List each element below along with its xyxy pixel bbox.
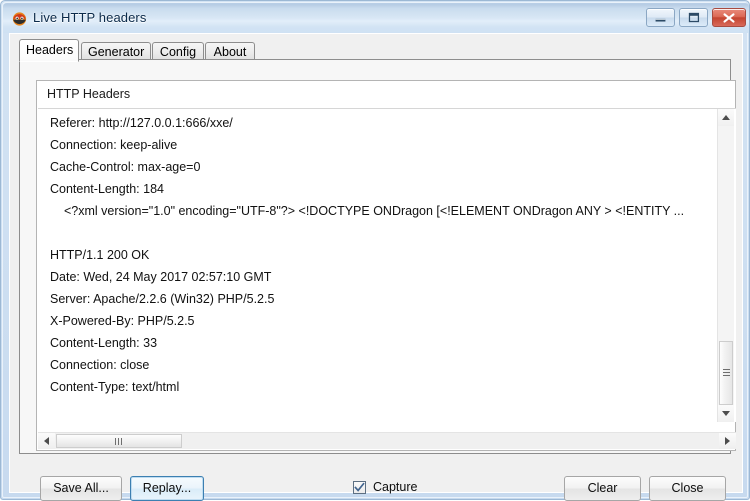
list-item[interactable]: Server: Apache/2.2.6 (Win32) PHP/5.2.5	[50, 288, 274, 310]
title-bar: Live HTTP headers	[3, 3, 749, 33]
client-area: Headers Generator Config About HTTP Head…	[9, 33, 743, 501]
scroll-right-button[interactable]	[719, 433, 736, 449]
maximize-icon	[688, 12, 700, 23]
list-item[interactable]: Content-Type: text/html	[50, 376, 179, 398]
checkmark-icon	[354, 482, 365, 492]
list-item[interactable]: Connection: keep-alive	[50, 134, 177, 156]
list-item[interactable]: HTTP/1.1 200 OK	[50, 244, 149, 266]
scroll-down-icon	[722, 411, 730, 416]
scroll-up-icon	[722, 115, 730, 120]
scroll-left-button[interactable]	[38, 433, 55, 449]
scrollbar-grip	[723, 369, 730, 376]
list-item[interactable]: Date: Wed, 24 May 2017 02:57:10 GMT	[50, 266, 271, 288]
tab-generator-label: Generator	[88, 45, 145, 59]
tab-strip: Headers Generator Config About	[19, 39, 731, 62]
replay-label: Replay...	[142, 481, 192, 495]
list-item[interactable]: Connection: close	[50, 354, 149, 376]
http-headers-group: HTTP Headers Referer: http://127.0.0.1:6…	[36, 80, 736, 451]
tab-about-label: About	[213, 45, 247, 59]
vertical-scrollbar[interactable]	[717, 109, 734, 422]
tab-headers-label: Headers	[26, 43, 74, 57]
scroll-right-icon	[725, 437, 730, 445]
tab-headers[interactable]: Headers	[19, 39, 79, 62]
list-item[interactable]: Referer: http://127.0.0.1:666/xxe/	[50, 112, 233, 134]
replay-button[interactable]: Replay...	[130, 476, 204, 501]
window-title: Live HTTP headers	[33, 10, 147, 25]
close-icon	[723, 13, 735, 23]
vertical-scrollbar-thumb[interactable]	[719, 341, 733, 405]
horizontal-scrollbar[interactable]	[38, 432, 736, 449]
app-icon	[11, 10, 28, 27]
http-headers-group-title: HTTP Headers	[47, 87, 131, 101]
horizontal-scrollbar-thumb[interactable]	[56, 434, 182, 448]
headers-list[interactable]: Referer: http://127.0.0.1:666/xxe/ Conne…	[38, 109, 736, 422]
list-item[interactable]: Content-Length: 184	[50, 178, 164, 200]
scrollbar-grip	[115, 438, 124, 445]
scroll-left-icon	[44, 437, 49, 445]
list-item[interactable]: Cache-Control: max-age=0	[50, 156, 200, 178]
list-item[interactable]: Content-Length: 33	[50, 332, 157, 354]
maximize-button[interactable]	[679, 8, 708, 27]
capture-checkbox[interactable]	[353, 481, 366, 494]
tab-config-label: Config	[159, 45, 197, 59]
scroll-down-button[interactable]	[718, 405, 734, 422]
clear-button[interactable]: Clear	[564, 476, 641, 501]
save-all-button[interactable]: Save All...	[40, 476, 122, 501]
close-button[interactable]: Close	[649, 476, 726, 501]
list-item[interactable]: <?xml version="1.0" encoding="UTF-8"?> <…	[64, 200, 684, 222]
close-window-button[interactable]	[712, 8, 746, 27]
scroll-up-button[interactable]	[718, 109, 734, 126]
minimize-button[interactable]	[646, 8, 675, 27]
application-window: Live HTTP headers Headers Generator Conf…	[0, 0, 750, 501]
save-all-label: Save All...	[53, 481, 109, 495]
clear-label: Clear	[587, 481, 618, 495]
minimize-icon	[655, 18, 666, 22]
close-label: Close	[671, 481, 704, 495]
list-item[interactable]: X-Powered-By: PHP/5.2.5	[50, 310, 195, 332]
capture-label: Capture	[373, 480, 418, 494]
